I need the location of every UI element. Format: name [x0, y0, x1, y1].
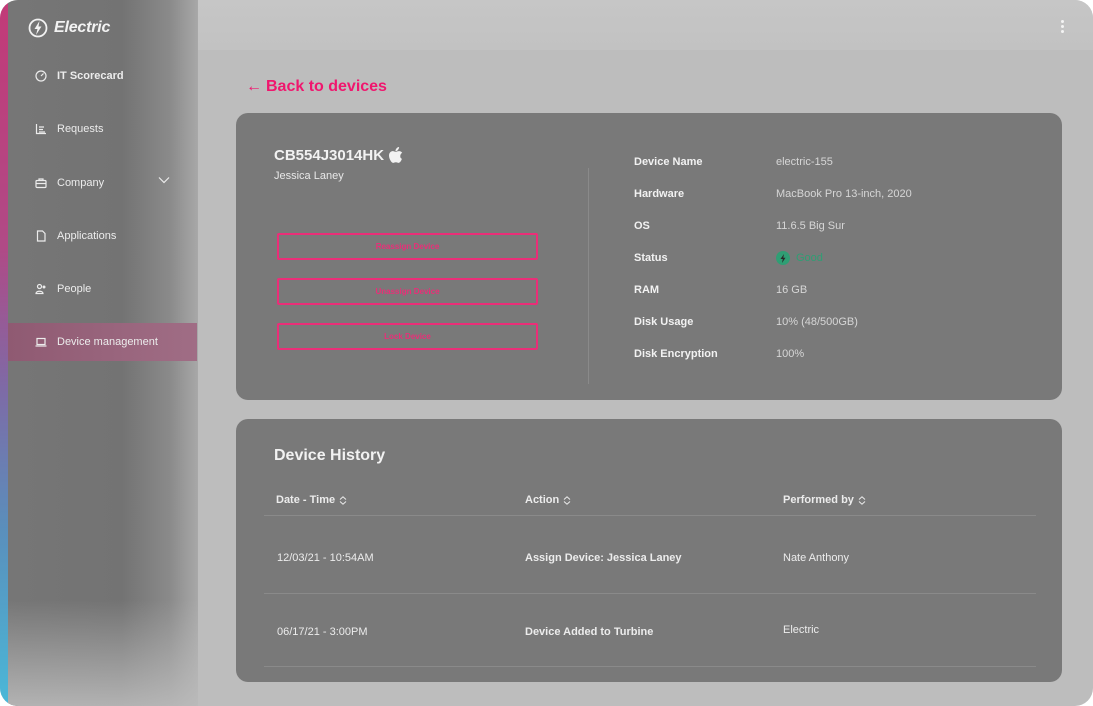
reassign-device-button[interactable]: Reassign Device	[277, 233, 538, 260]
people-icon	[35, 283, 46, 295]
spec-row-hardware: Hardware MacBook Pro 13-inch, 2020	[634, 186, 912, 202]
spec-row-os: OS 11.6.5 Big Sur	[634, 218, 845, 234]
column-label: Action	[525, 494, 560, 506]
sidebar-item-device-management[interactable]: Device management	[8, 323, 197, 361]
status-badge: Good	[796, 252, 823, 264]
history-title: Device History	[274, 447, 386, 464]
cell-performed-by: Nate Anthony	[783, 552, 850, 564]
unassign-device-button[interactable]: Unassign Device	[277, 278, 538, 305]
spec-label: RAM	[634, 284, 660, 296]
sidebar-item-requests[interactable]: Requests	[8, 110, 197, 148]
column-label: Date - Time	[276, 494, 336, 506]
sidebar-item-applications[interactable]: Applications	[8, 217, 197, 255]
status-value: Good	[776, 251, 823, 265]
arrow-left-icon: ←	[246, 78, 262, 95]
spec-row-status: Status Good	[634, 250, 823, 266]
logo[interactable]: Electric	[28, 18, 110, 38]
sidebar-item-label: IT Scorecard	[57, 70, 124, 82]
serial-text: CB554J3014HK	[274, 147, 385, 164]
back-to-devices-link[interactable]: ← Back to devices	[246, 78, 387, 96]
cell-performed-by: Electric	[783, 624, 820, 636]
back-link-label: Back to devices	[266, 78, 387, 95]
lightning-status-icon	[776, 251, 790, 265]
apple-icon	[389, 147, 403, 163]
spec-value: 11.6.5 Big Sur	[776, 220, 845, 232]
cell-action: Assign Device: Jessica Laney	[525, 552, 682, 564]
spec-value: 10% (48/500GB)	[776, 316, 858, 328]
row-divider	[264, 666, 1036, 667]
column-header-date-time[interactable]: Date - Time	[276, 494, 347, 506]
column-header-performed-by[interactable]: Performed by	[783, 494, 866, 506]
spec-value: electric-155	[776, 156, 833, 168]
header-divider	[264, 515, 1036, 516]
cell-action: Device Added to Turbine	[525, 626, 654, 638]
file-icon	[36, 230, 46, 242]
spec-label: Status	[634, 252, 668, 264]
gauge-icon	[35, 70, 47, 82]
spec-label: Device Name	[634, 156, 703, 168]
row-divider	[264, 593, 1036, 594]
device-details-card: CB554J3014HK Jessica Laney Reassign Devi…	[236, 113, 1062, 400]
cell-datetime: 06/17/21 - 3:00PM	[277, 626, 368, 638]
device-history-card: Device History Date - Time Action Perfor…	[236, 419, 1062, 682]
vertical-divider	[588, 168, 589, 384]
sort-icon	[339, 495, 347, 505]
cell-datetime: 12/03/21 - 10:54AM	[277, 552, 374, 564]
spec-label: Disk Encryption	[634, 348, 718, 360]
spec-label: OS	[634, 220, 650, 232]
sort-icon	[563, 495, 571, 505]
column-header-action[interactable]: Action	[525, 494, 571, 506]
top-bar	[198, 0, 1093, 50]
sidebar-item-label: People	[57, 283, 92, 295]
spec-label: Hardware	[634, 188, 685, 200]
spec-value: 100%	[776, 348, 805, 360]
chevron-down-icon[interactable]	[158, 176, 170, 184]
sidebar-item-label: Applications	[57, 230, 117, 242]
sidebar-item-company[interactable]: Company	[8, 164, 197, 202]
sidebar-item-label: Requests	[57, 123, 104, 135]
spec-row-ram: RAM 16 GB	[634, 282, 807, 298]
column-label: Performed by	[783, 494, 854, 506]
sidebar-item-people[interactable]: People	[8, 270, 197, 308]
sidebar-item-it-scorecard[interactable]: IT Scorecard	[8, 57, 197, 95]
laptop-icon	[35, 337, 47, 347]
sort-icon	[858, 495, 866, 505]
accent-strip	[0, 0, 8, 706]
lock-device-button[interactable]: Lock Device	[277, 323, 538, 350]
sidebar-item-label: Device management	[57, 336, 158, 348]
app-window: Electric IT Scorecard Requests Company A…	[0, 0, 1093, 706]
device-owner: Jessica Laney	[274, 170, 344, 182]
briefcase-icon	[35, 178, 47, 189]
sidebar-item-label: Company	[57, 177, 105, 189]
spec-value: 16 GB	[776, 284, 808, 296]
logo-text: Electric	[54, 19, 111, 36]
kebab-menu-icon[interactable]	[1056, 20, 1068, 34]
spec-label: Disk Usage	[634, 316, 694, 328]
lightning-logo-icon	[28, 18, 48, 38]
spec-row-device-name: Device Name electric-155	[634, 154, 833, 170]
spec-row-disk-encryption: Disk Encryption 100%	[634, 346, 804, 362]
bar-chart-icon	[35, 124, 46, 135]
spec-row-disk-usage: Disk Usage 10% (48/500GB)	[634, 314, 858, 330]
device-serial: CB554J3014HK	[274, 147, 403, 164]
spec-value: MacBook Pro 13-inch, 2020	[776, 188, 912, 200]
sidebar-fade	[8, 600, 198, 706]
